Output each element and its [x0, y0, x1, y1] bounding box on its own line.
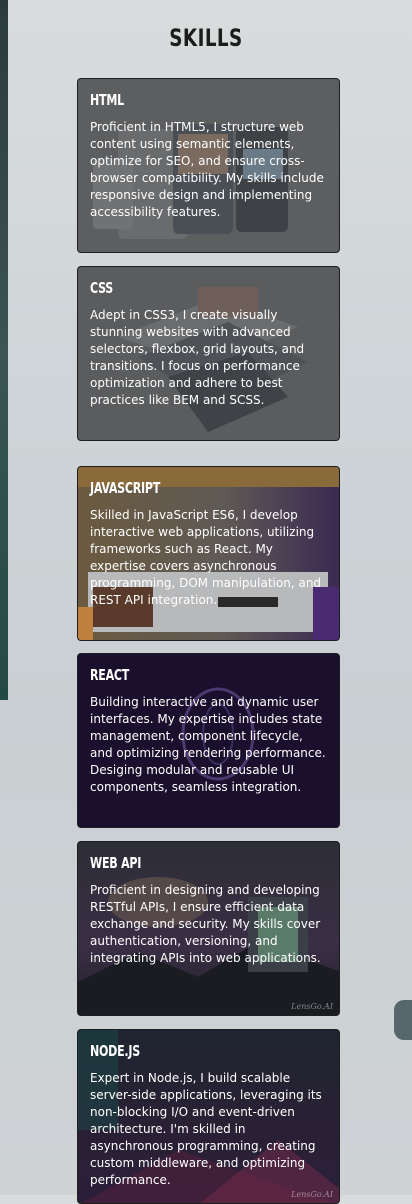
skill-card-react: REACT Building interactive and dynamic u…: [77, 653, 340, 828]
section-title: SKILLS: [169, 24, 243, 52]
skill-title: WEB API: [90, 854, 142, 872]
skill-card-nodejs: NODE.JS Expert in Node.js, I build scala…: [77, 1029, 340, 1204]
skill-description: Proficient in designing and developing R…: [90, 883, 321, 965]
skill-title: HTML: [90, 91, 124, 109]
skill-card-web-api: WEB API Proficient in designing and deve…: [77, 841, 340, 1016]
skill-description: Proficient in HTML5, I structure web con…: [90, 120, 324, 219]
skill-description: Building interactive and dynamic user in…: [90, 695, 326, 794]
skill-description: Skilled in JavaScript ES6, I develop int…: [90, 508, 322, 607]
skill-title: REACT: [90, 666, 130, 684]
watermark: LensGo.AI: [291, 1002, 333, 1011]
skill-title: NODE.JS: [90, 1042, 140, 1060]
skill-card-css: CSS Adept in CSS3, I create visually stu…: [77, 266, 340, 441]
skill-title: JAVASCRIPT: [90, 479, 161, 497]
background-left-edge: [0, 0, 8, 700]
background-object: [394, 1000, 412, 1040]
skill-description: Adept in CSS3, I create visually stunnin…: [90, 308, 305, 407]
skill-title: CSS: [90, 279, 113, 297]
skill-card-javascript: JAVASCRIPT Skilled in JavaScript ES6, I …: [77, 466, 340, 641]
skill-card-html: HTML Proficient in HTML5, I structure we…: [77, 78, 340, 253]
skill-description: Expert in Node.js, I build scalable serv…: [90, 1071, 322, 1187]
